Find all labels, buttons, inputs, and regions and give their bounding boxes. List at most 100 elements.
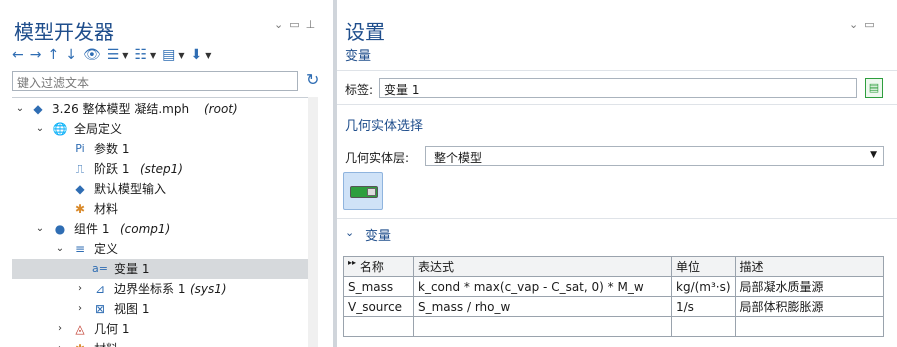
label-caption: 标签:: [345, 83, 374, 97]
tree-item-tag: (comp1): [120, 222, 171, 236]
tree-item-label: 阶跃 1: [94, 162, 130, 176]
chevron-down-icon[interactable]: ⌄: [34, 219, 46, 239]
model-tree: ⌄ ◆ 3.26 整体模型 凝结.mph (root) ⌄ 🌐 全局定义 Pi …: [12, 97, 308, 347]
tree-item-default-model-inputs[interactable]: ◆ 默认模型输入: [12, 179, 308, 199]
model-builder-title: 模型开发器: [14, 20, 114, 44]
chevron-down-icon[interactable]: ⌄: [34, 119, 46, 139]
chevron-right-icon[interactable]: ›: [54, 339, 66, 347]
tree-item-tag: (sys1): [190, 282, 227, 296]
materials-icon: ✱: [74, 202, 86, 216]
variables-table: ▸▸ 名称 表达式 单位 描述 S_mass k_cond * max(c_va…: [343, 256, 885, 337]
chevron-right-icon[interactable]: ›: [74, 279, 86, 299]
tree-item-component[interactable]: ⌄ ● 组件 1 (comp1): [12, 219, 308, 239]
table-header-row: ▸▸ 名称 表达式 单位 描述: [343, 256, 885, 277]
tree-item-label: 材料: [94, 202, 119, 216]
component-icon: ●: [54, 222, 66, 236]
cell-expression[interactable]: k_cond * max(c_vap - C_sat, 0) * M_w: [413, 276, 672, 297]
column-header-unit[interactable]: 单位: [671, 256, 736, 277]
edit-label-icon[interactable]: ▤: [865, 78, 883, 98]
chevron-right-icon[interactable]: ›: [74, 299, 86, 319]
settings-title: 设置: [345, 20, 385, 44]
tree-item-parameters[interactable]: Pi 参数 1: [12, 139, 308, 159]
model-builder-toolbar: ← → ↑ ↓ 👁 ☰ ▼ ☷ ▼ ▤ ▼ ⬇ ▼: [12, 44, 211, 66]
collapse-sections-icon[interactable]: ☷: [134, 47, 147, 63]
tree-item-label: 边界坐标系 1: [114, 282, 186, 296]
filter-input[interactable]: 键入过滤文本: [12, 71, 298, 91]
label-input[interactable]: 变量 1: [379, 78, 857, 98]
cell-name[interactable]: V_source: [343, 296, 414, 317]
tree-scrollbar[interactable]: [308, 97, 318, 347]
variables-section-header[interactable]: 变量: [365, 225, 391, 244]
tree-item-boundary-system[interactable]: › ⊿ 边界坐标系 1 (sys1): [12, 279, 308, 299]
cell-description[interactable]: 局部体积膨胀源: [734, 296, 885, 317]
column-header-name[interactable]: ▸▸ 名称: [343, 256, 414, 277]
forward-arrow-icon[interactable]: →: [30, 47, 42, 63]
geom-level-caption: 几何实体层:: [345, 151, 410, 165]
chevron-down-icon[interactable]: ▼: [178, 51, 184, 60]
tree-item-view[interactable]: › ⊠ 视图 1: [12, 299, 308, 319]
chevron-down-icon[interactable]: ▼: [122, 51, 128, 60]
chevron-down-icon[interactable]: ▼: [205, 51, 211, 60]
refresh-icon[interactable]: ↻: [306, 70, 319, 89]
cell-name[interactable]: S_mass: [343, 276, 414, 297]
tree-item-variables[interactable]: a= 变量 1: [12, 259, 308, 279]
tree-item-materials-global[interactable]: ✱ 材料: [12, 199, 308, 219]
model-builder-panel: 模型开发器 ⌄▭⊥ ← → ↑ ↓ 👁 ☰ ▼ ☷ ▼ ▤ ▼ ⬇ ▼ 键入过滤文本 ↻…: [0, 0, 333, 347]
divider: [337, 218, 897, 219]
chevron-right-icon[interactable]: ›: [54, 319, 66, 339]
model-icon: ◆: [33, 102, 43, 116]
table-row-empty[interactable]: [343, 316, 885, 337]
tree-item-label: 定义: [94, 242, 119, 256]
cell-expression[interactable]: S_mass / rho_w: [413, 296, 672, 317]
toggle-on-icon: [350, 186, 378, 198]
tree-item-tag: (root): [204, 102, 238, 116]
tree-item-label: 变量 1: [114, 262, 150, 276]
model-input-icon: ◆: [75, 182, 85, 196]
show-icon[interactable]: 👁: [83, 47, 101, 63]
cell-unit[interactable]: 1/s: [671, 296, 736, 317]
settings-panel: 设置 变量 ⌄▭ 标签: 变量 1 ▤ 几何实体选择 几何实体层: 整个模型 ▼…: [337, 0, 897, 347]
materials-icon: ✱: [72, 341, 88, 347]
variables-icon: a=: [92, 262, 108, 275]
build-icon[interactable]: ⬇: [191, 47, 203, 63]
active-toggle-button[interactable]: [343, 172, 383, 210]
cell-description[interactable]: 局部凝水质量源: [734, 276, 885, 297]
expand-sections-icon[interactable]: ☰: [107, 47, 120, 63]
tree-item-label: 组件 1: [74, 222, 110, 236]
back-arrow-icon[interactable]: ←: [12, 47, 24, 63]
tree-item-materials-component[interactable]: › ✱ 材料: [12, 339, 308, 347]
table-row[interactable]: S_mass k_cond * max(c_vap - C_sat, 0) * …: [343, 276, 885, 297]
minimize-icon[interactable]: ▭: [289, 18, 305, 31]
chevron-down-icon[interactable]: ▼: [150, 51, 156, 60]
tree-item-global-definitions[interactable]: ⌄ 🌐 全局定义: [12, 119, 308, 139]
tree-item-definitions[interactable]: ⌄ ≡ 定义: [12, 239, 308, 259]
cell-unit[interactable]: kg/(m³·s): [671, 276, 736, 297]
tree-item-step[interactable]: ⎍ 阶跃 1 (step1): [12, 159, 308, 179]
geom-level-select[interactable]: 整个模型 ▼: [425, 146, 884, 166]
column-header-expression[interactable]: 表达式: [413, 256, 672, 277]
tree-item-root[interactable]: ⌄ ◆ 3.26 整体模型 凝结.mph (root): [12, 99, 308, 119]
minimize-icon[interactable]: ▭: [864, 18, 880, 31]
chevron-down-icon[interactable]: ⌄: [14, 99, 26, 119]
pin-icon[interactable]: ⊥: [306, 18, 322, 31]
list-view-icon[interactable]: ▤: [162, 47, 175, 63]
chevron-down-icon[interactable]: ⌄: [54, 239, 66, 259]
column-header-description[interactable]: 描述: [734, 256, 885, 277]
chevron-down-icon: ▼: [870, 150, 877, 160]
tree-item-geometry[interactable]: › ◬ 几何 1: [12, 319, 308, 339]
expand-table-icon[interactable]: ▸▸: [348, 258, 356, 267]
tree-item-label: 参数 1: [94, 142, 130, 156]
parameters-icon: Pi: [75, 142, 85, 155]
dropdown-icon[interactable]: ⌄: [849, 18, 864, 31]
down-arrow-icon[interactable]: ↓: [65, 47, 77, 63]
dropdown-icon[interactable]: ⌄: [274, 18, 289, 31]
divider: [337, 104, 897, 105]
panel-controls: ⌄▭⊥: [274, 18, 321, 31]
geometric-entity-section-header[interactable]: 几何实体选择: [345, 115, 423, 134]
tree-item-label: 材料: [94, 339, 118, 347]
chevron-down-icon[interactable]: ⌄: [345, 226, 354, 239]
tree-item-label: 默认模型输入: [94, 182, 167, 196]
up-arrow-icon[interactable]: ↑: [47, 47, 59, 63]
geom-level-value: 整个模型: [434, 151, 483, 165]
table-row[interactable]: V_source S_mass / rho_w 1/s 局部体积膨胀源: [343, 296, 885, 317]
